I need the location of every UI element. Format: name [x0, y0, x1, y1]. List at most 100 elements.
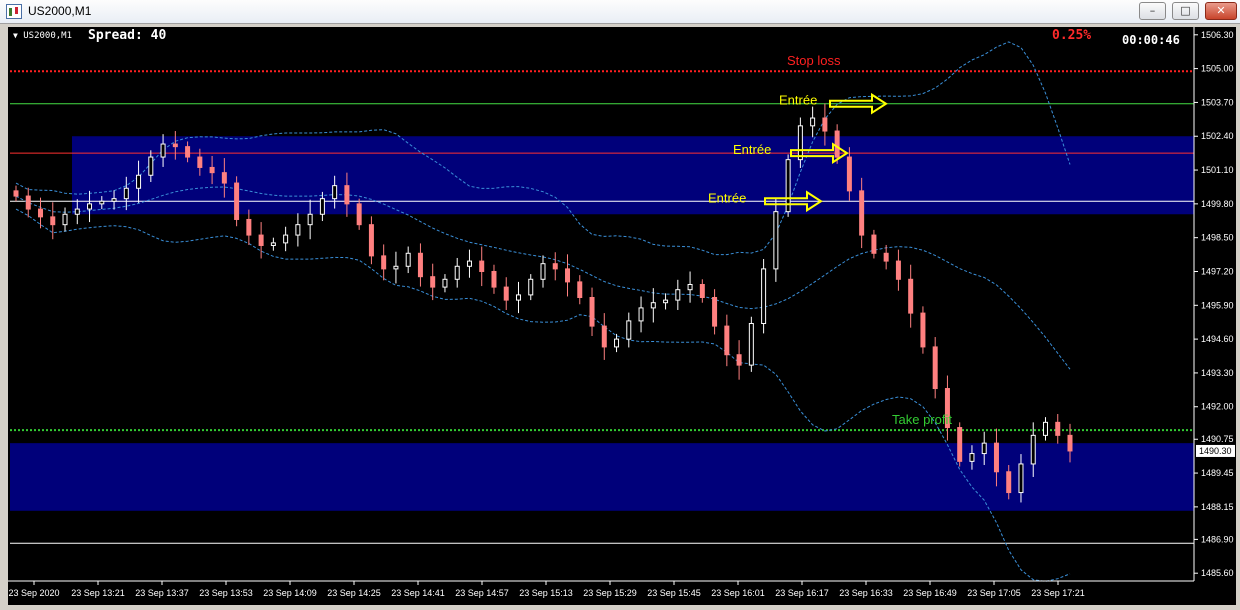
time-label: 23 Sep 13:53: [199, 588, 253, 598]
candle-body: [479, 260, 485, 272]
candle-body: [920, 312, 926, 348]
close-button[interactable]: ✕: [1205, 2, 1237, 20]
price-label: 1498.50: [1201, 233, 1234, 243]
candle-body: [1055, 421, 1061, 436]
minimize-button[interactable]: –: [1139, 2, 1166, 20]
time-label: 23 Sep 13:21: [71, 588, 125, 598]
candle-body: [577, 281, 583, 298]
price-chart[interactable]: Stop loss Take profit Entrée Entrée Entrée 1…: [8, 27, 1236, 605]
candle-body: [368, 224, 374, 257]
candle-body: [87, 203, 93, 210]
candle-body: [761, 268, 767, 325]
target-zone: [10, 443, 1194, 511]
time-label: 23 Sep 15:45: [647, 588, 701, 598]
candle-body: [1067, 434, 1073, 452]
candle-body: [552, 263, 558, 270]
candle-body: [687, 283, 693, 291]
price-label: 1495.90: [1201, 300, 1234, 310]
candle-body: [197, 156, 203, 168]
time-label: 23 Sep 16:01: [711, 588, 765, 598]
candle-body: [895, 260, 901, 280]
entry-label: Entrée: [779, 93, 817, 108]
price-label: 1486.90: [1201, 534, 1234, 544]
triangle-down-icon: ▼: [13, 31, 18, 40]
candle-body: [13, 190, 19, 197]
candle-body: [589, 296, 595, 327]
price-label: 1501.10: [1201, 165, 1234, 175]
candle-body: [319, 198, 325, 215]
time-label: 23 Sep 17:05: [967, 588, 1021, 598]
candle-body: [871, 234, 877, 254]
price-label: 1493.30: [1201, 368, 1234, 378]
time-label: 23 Sep 14:57: [455, 588, 509, 598]
candle-body: [1006, 471, 1012, 494]
bar-timer: 00:00:46: [1122, 33, 1180, 47]
time-label: 23 Sep 13:37: [135, 588, 189, 598]
price-label: 1494.60: [1201, 334, 1234, 344]
restore-button[interactable]: □: [1172, 2, 1199, 20]
candle-body: [50, 216, 56, 226]
candle-body: [405, 252, 411, 267]
candle-body: [993, 442, 999, 473]
candle-body: [969, 453, 975, 462]
price-label: 1488.15: [1201, 502, 1234, 512]
candle-body: [111, 198, 117, 202]
window-title: US2000,M1: [28, 4, 92, 18]
price-label: 1489.45: [1201, 468, 1234, 478]
time-label: 23 Sep 16:17: [775, 588, 829, 598]
candle-body: [25, 195, 31, 210]
time-label: 23 Sep 14:41: [391, 588, 445, 598]
candle-body: [834, 130, 840, 158]
candle-body: [246, 218, 252, 236]
candle-body: [797, 125, 803, 161]
entry-label: Entrée: [708, 190, 746, 205]
candle-body: [736, 354, 742, 366]
price-label: 1502.40: [1201, 131, 1234, 141]
candle-body: [136, 174, 142, 189]
target-zone: [72, 136, 1194, 215]
entry-label: Entrée: [733, 142, 771, 157]
candle-body: [221, 172, 227, 184]
symbol-label: US2000,M1: [23, 31, 73, 41]
candle-body: [932, 346, 938, 390]
candle-body: [295, 224, 301, 236]
candle-body: [601, 325, 607, 348]
candle-body: [650, 302, 656, 309]
candle-body: [417, 252, 423, 278]
time-label: 23 Sep 15:13: [519, 588, 573, 598]
symbol-dropdown[interactable]: ▼ US2000,M1: [13, 31, 72, 41]
candle-body: [614, 338, 620, 348]
candle-body: [540, 263, 546, 280]
candle-body: [503, 286, 509, 301]
price-label: 1492.00: [1201, 402, 1234, 412]
candle-body: [675, 289, 681, 301]
current-price-label: 1490.30: [1199, 446, 1232, 456]
candle-body: [748, 323, 754, 366]
candle-body: [846, 156, 852, 192]
candle-body: [283, 234, 289, 244]
candle-body: [307, 213, 313, 226]
candle-body: [234, 182, 240, 220]
candle-body: [663, 299, 669, 304]
candle-body: [626, 320, 632, 340]
candle-body: [957, 427, 963, 462]
price-label: 1499.80: [1201, 199, 1234, 209]
candle-body: [454, 265, 460, 280]
price-label: 1490.75: [1201, 434, 1234, 444]
price-label: 1503.70: [1201, 97, 1234, 107]
candle-body: [822, 117, 828, 132]
candle-body: [258, 234, 264, 246]
candle-body: [638, 307, 644, 322]
candle-body: [38, 208, 44, 218]
window-titlebar: US2000,M1 – □ ✕: [0, 0, 1240, 24]
candle-body: [466, 260, 472, 267]
candle-body: [74, 208, 80, 215]
candle-body: [528, 278, 534, 296]
time-label: 23 Sep 15:29: [583, 588, 637, 598]
stop-loss-label: Stop loss: [787, 53, 841, 68]
candle-body: [344, 185, 350, 205]
candle-body: [442, 278, 448, 288]
time-label: 23 Sep 2020: [8, 588, 59, 598]
candle-body: [430, 276, 436, 288]
candle-body: [99, 200, 105, 205]
